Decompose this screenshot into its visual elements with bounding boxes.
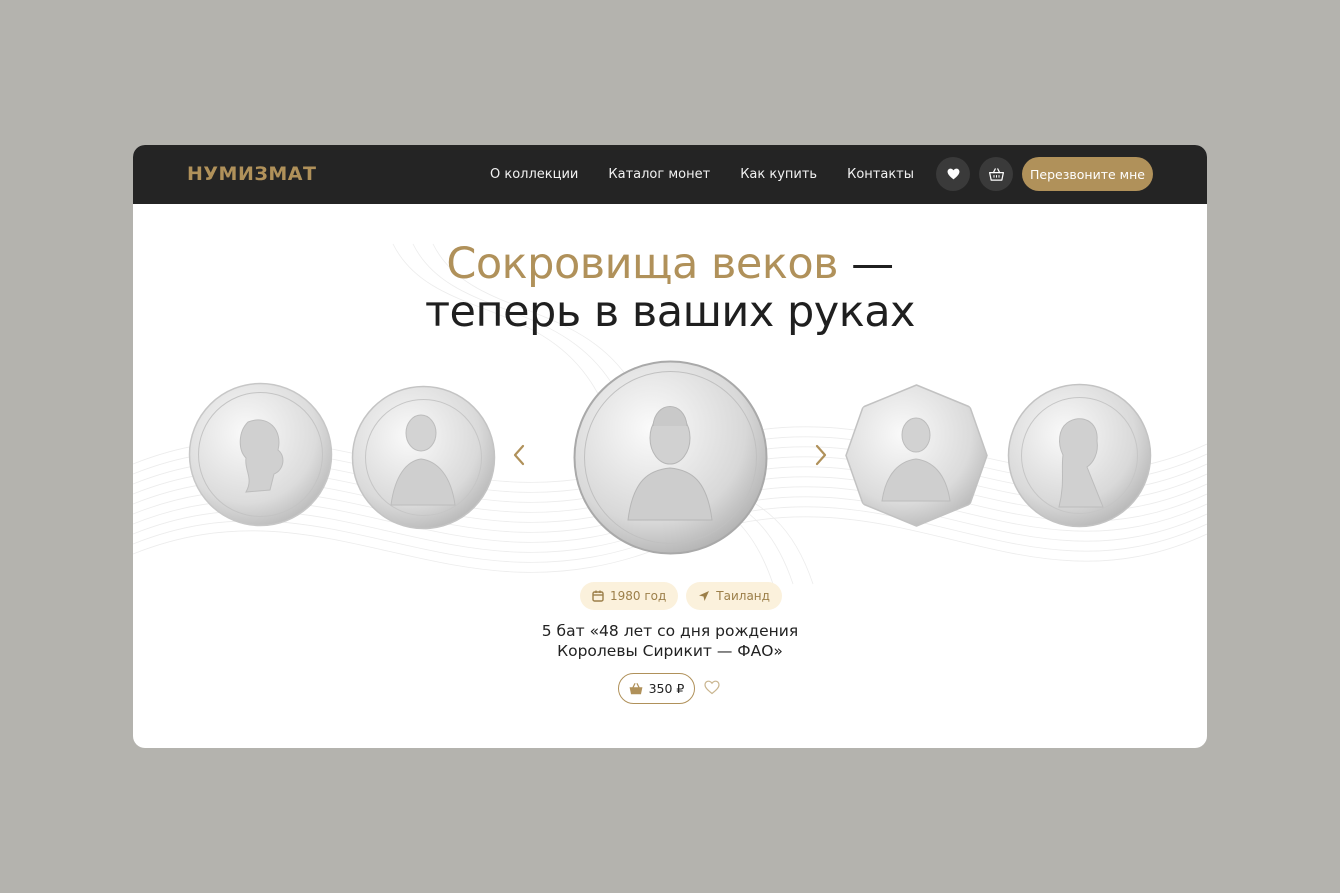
- favorites-button[interactable]: [936, 157, 970, 191]
- nav-item-how-to-buy[interactable]: Как купить: [740, 167, 817, 182]
- coin-woman-portrait[interactable]: [1007, 383, 1152, 528]
- coin-title: 5 бат «48 лет со дня рождения Королевы С…: [470, 621, 870, 661]
- calendar-icon: [592, 590, 604, 602]
- coin-king-profile[interactable]: [188, 382, 333, 527]
- heart-outline-icon[interactable]: [704, 680, 720, 695]
- coin-queen-sirikit[interactable]: [573, 360, 768, 555]
- coin-tags: 1980 год Таиланд: [580, 582, 782, 610]
- year-label: 1980 год: [610, 589, 667, 603]
- callback-button[interactable]: Перезвоните мне: [1022, 157, 1153, 191]
- price-label: 350 ₽: [648, 681, 685, 696]
- basket-icon: [988, 167, 1004, 181]
- logo[interactable]: НУМИЗМАТ: [187, 163, 316, 185]
- main-nav: О коллекции Каталог монет Как купить Кон…: [490, 167, 944, 182]
- page-frame: НУМИЗМАТ О коллекции Каталог монет Как к…: [133, 145, 1207, 748]
- heart-icon: [947, 168, 959, 180]
- hero-title-line2: теперь в ваших руках: [424, 287, 916, 337]
- basket-icon: [629, 682, 643, 694]
- hero-title: Сокровища веков — теперь в ваших руках: [133, 240, 1207, 336]
- nav-item-about[interactable]: О коллекции: [490, 167, 578, 182]
- year-tag: 1980 год: [580, 582, 679, 610]
- coin-prince-portrait[interactable]: [351, 385, 496, 530]
- cart-button[interactable]: [979, 157, 1013, 191]
- add-to-cart-button[interactable]: 350 ₽: [618, 673, 695, 704]
- chevron-left-icon[interactable]: [512, 444, 526, 466]
- country-label: Таиланд: [716, 589, 770, 603]
- coin-title-line2: Королевы Сирикит — ФАО»: [557, 642, 783, 660]
- coin-title-line1: 5 бат «48 лет со дня рождения: [541, 622, 799, 640]
- hero-title-dash: —: [837, 239, 894, 289]
- coin-king-uniform[interactable]: [844, 383, 989, 528]
- country-tag: Таиланд: [686, 582, 782, 610]
- hero-title-accent: Сокровища веков: [446, 239, 838, 289]
- chevron-right-icon[interactable]: [814, 444, 828, 466]
- nav-item-contacts[interactable]: Контакты: [847, 167, 914, 182]
- top-navbar: НУМИЗМАТ О коллекции Каталог монет Как к…: [133, 145, 1207, 204]
- location-arrow-icon: [699, 591, 710, 601]
- nav-item-catalog[interactable]: Каталог монет: [608, 167, 710, 182]
